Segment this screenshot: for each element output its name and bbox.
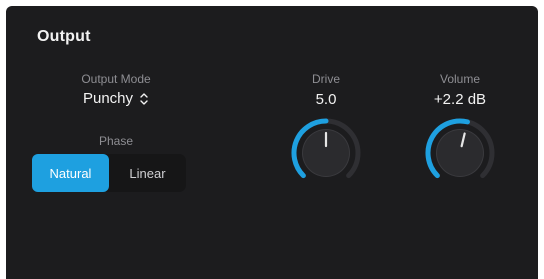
updown-chevron-icon (140, 92, 148, 105)
volume-value: +2.2 dB (433, 91, 487, 108)
output-mode-value: Punchy (82, 90, 134, 107)
output-mode-popup[interactable]: Punchy (46, 90, 186, 107)
drive-control: Drive 5.0 (286, 72, 366, 189)
phase-option-linear[interactable]: Linear (109, 154, 186, 192)
output-mode-label: Output Mode (81, 72, 151, 86)
section-title: Output (37, 28, 91, 45)
volume-control: Volume +2.2 dB (420, 72, 500, 189)
volume-label: Volume (439, 72, 481, 86)
phase-option-natural[interactable]: Natural (32, 154, 109, 192)
output-panel: Output Output Mode Punchy Phase Natural … (6, 6, 538, 279)
drive-value: 5.0 (315, 91, 337, 108)
phase-label: Phase (98, 134, 134, 148)
phase-segmented-control: Natural Linear (32, 154, 186, 192)
drive-label: Drive (311, 72, 340, 86)
drive-knob[interactable] (290, 117, 362, 189)
volume-knob[interactable] (424, 117, 496, 189)
